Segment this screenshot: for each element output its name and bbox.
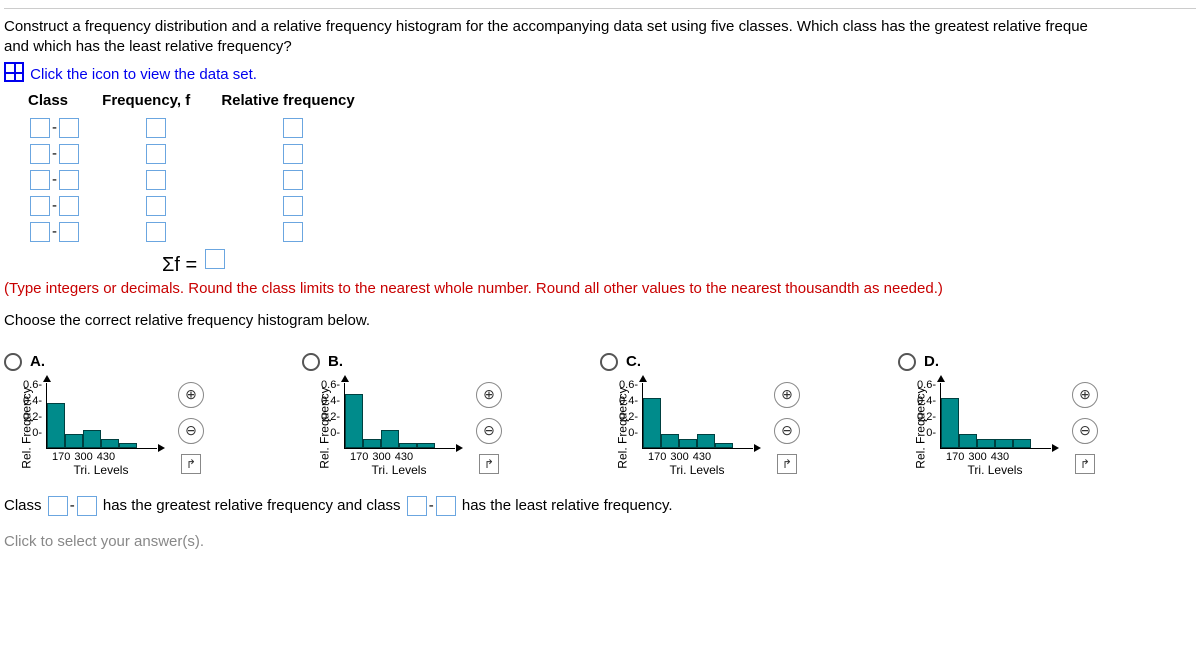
sum-row: Σf = [162, 249, 1196, 279]
chart-bar [101, 439, 119, 448]
table-row: - [28, 219, 1196, 245]
greatest-low-input[interactable] [48, 496, 68, 516]
option-label: B. [328, 352, 343, 372]
option-label: C. [626, 352, 641, 372]
freq-input[interactable] [146, 170, 166, 190]
chart-bar [679, 439, 697, 448]
option-radio[interactable] [898, 353, 916, 371]
least-low-input[interactable] [407, 496, 427, 516]
popout-icon[interactable]: ↱ [1075, 454, 1095, 474]
histogram-chart: Rel. Frequency 0.6- 0.4- 0.2- 0- 1703004… [898, 378, 1078, 478]
histogram-chart: Rel. Frequency 0.6- 0.4- 0.2- 0- 1703004… [600, 378, 780, 478]
popout-icon[interactable]: ↱ [777, 454, 797, 474]
popout-icon[interactable]: ↱ [479, 454, 499, 474]
table-header: Class Frequency, f Relative frequency [28, 91, 1196, 111]
question-text: Construct a frequency distribution and a… [4, 17, 1196, 58]
histogram-chart: Rel. Frequency 0.6- 0.4- 0.2- 0- 1703004… [4, 378, 184, 478]
histogram-chart: Rel. Frequency 0.6- 0.4- 0.2- 0- 1703004… [302, 378, 482, 478]
popout-icon[interactable]: ↱ [181, 454, 201, 474]
class-low-input[interactable] [30, 196, 50, 216]
least-high-input[interactable] [436, 496, 456, 516]
class-low-input[interactable] [30, 118, 50, 138]
chart-bar [399, 443, 417, 448]
class-high-input[interactable] [59, 144, 79, 164]
relfreq-input[interactable] [283, 118, 303, 138]
option-label: D. [924, 352, 939, 372]
table-icon [4, 62, 24, 82]
class-low-input[interactable] [30, 222, 50, 242]
option-label: A. [30, 352, 45, 372]
option-radio[interactable] [600, 353, 618, 371]
sum-input[interactable] [205, 249, 225, 269]
option-radio[interactable] [4, 353, 22, 371]
relfreq-input[interactable] [283, 144, 303, 164]
table-row: - [28, 193, 1196, 219]
chart-bar [643, 398, 661, 448]
chart-bar [977, 439, 995, 448]
chart-bar [47, 403, 65, 448]
relfreq-input[interactable] [283, 222, 303, 242]
freq-input[interactable] [146, 222, 166, 242]
chart-bar [995, 439, 1013, 448]
chart-bar [119, 443, 137, 448]
class-high-input[interactable] [59, 170, 79, 190]
freq-input[interactable] [146, 196, 166, 216]
chart-bar [697, 434, 715, 448]
chart-bar [1013, 439, 1031, 448]
chart-bar [941, 398, 959, 448]
table-row: - [28, 141, 1196, 167]
class-high-input[interactable] [59, 222, 79, 242]
table-row: - [28, 115, 1196, 141]
chart-bar [363, 439, 381, 448]
chart-bar [381, 430, 399, 448]
choose-prompt: Choose the correct relative frequency hi… [4, 311, 1196, 331]
chart-bar [661, 434, 679, 448]
freq-input[interactable] [146, 118, 166, 138]
table-row: - [28, 167, 1196, 193]
class-high-input[interactable] [59, 118, 79, 138]
class-low-input[interactable] [30, 144, 50, 164]
greatest-high-input[interactable] [77, 496, 97, 516]
footer-message: Click to select your answer(s). [4, 532, 1196, 552]
chart-bar [345, 394, 363, 448]
type-instructions: (Type integers or decimals. Round the cl… [4, 279, 1196, 299]
class-low-input[interactable] [30, 170, 50, 190]
option-radio[interactable] [302, 353, 320, 371]
final-sentence: Class - has the greatest relative freque… [4, 496, 1196, 516]
relfreq-input[interactable] [283, 196, 303, 216]
class-high-input[interactable] [59, 196, 79, 216]
chart-bar [959, 434, 977, 448]
relfreq-input[interactable] [283, 170, 303, 190]
dataset-link[interactable]: Click the icon to view the data set. [4, 66, 257, 83]
chart-bar [65, 434, 83, 448]
chart-bar [715, 443, 733, 448]
freq-input[interactable] [146, 144, 166, 164]
chart-bar [83, 430, 101, 448]
chart-bar [417, 443, 435, 448]
